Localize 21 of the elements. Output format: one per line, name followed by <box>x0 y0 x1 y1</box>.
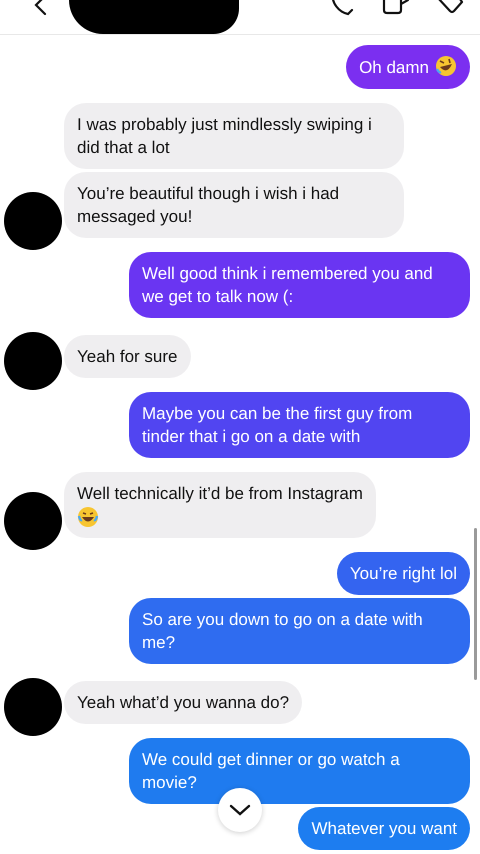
scroll-down-button[interactable] <box>218 788 262 832</box>
message-bubble: You’re right lol <box>336 552 470 595</box>
video-icon[interactable] <box>382 0 410 16</box>
back-icon[interactable] <box>33 0 47 16</box>
laughing-emoji-icon <box>77 506 99 528</box>
message-bubble: Oh damn <box>346 45 470 89</box>
message-bubble: You’re beautiful though i wish i had messaged you! <box>64 172 404 238</box>
chevron-down-icon <box>229 804 251 816</box>
message-bubble: We could get dinner or go watch a movie? <box>129 738 470 804</box>
message-bubble: Yeah for sure <box>64 335 190 378</box>
message-bubble: Whatever you want <box>298 807 470 850</box>
message-bubble: Yeah what’d you wanna do? <box>64 681 302 724</box>
message-bubble: Well good think i remembered you and we get to talk now (: <box>129 252 470 318</box>
message-bubble: Well technically it’d be from Instagram <box>64 472 376 538</box>
tag-icon[interactable] <box>436 0 464 16</box>
message-bubble: So are you down to go on a date with me? <box>129 598 470 664</box>
phone-icon[interactable] <box>330 0 356 16</box>
message-bubble: I was probably just mindlessly swiping i did that a lot <box>64 103 404 169</box>
message-bubble: Maybe you can be the first guy from tinder that i go on a date with <box>129 392 470 458</box>
laughing-emoji-icon <box>435 55 457 77</box>
scrollbar[interactable] <box>474 528 477 680</box>
